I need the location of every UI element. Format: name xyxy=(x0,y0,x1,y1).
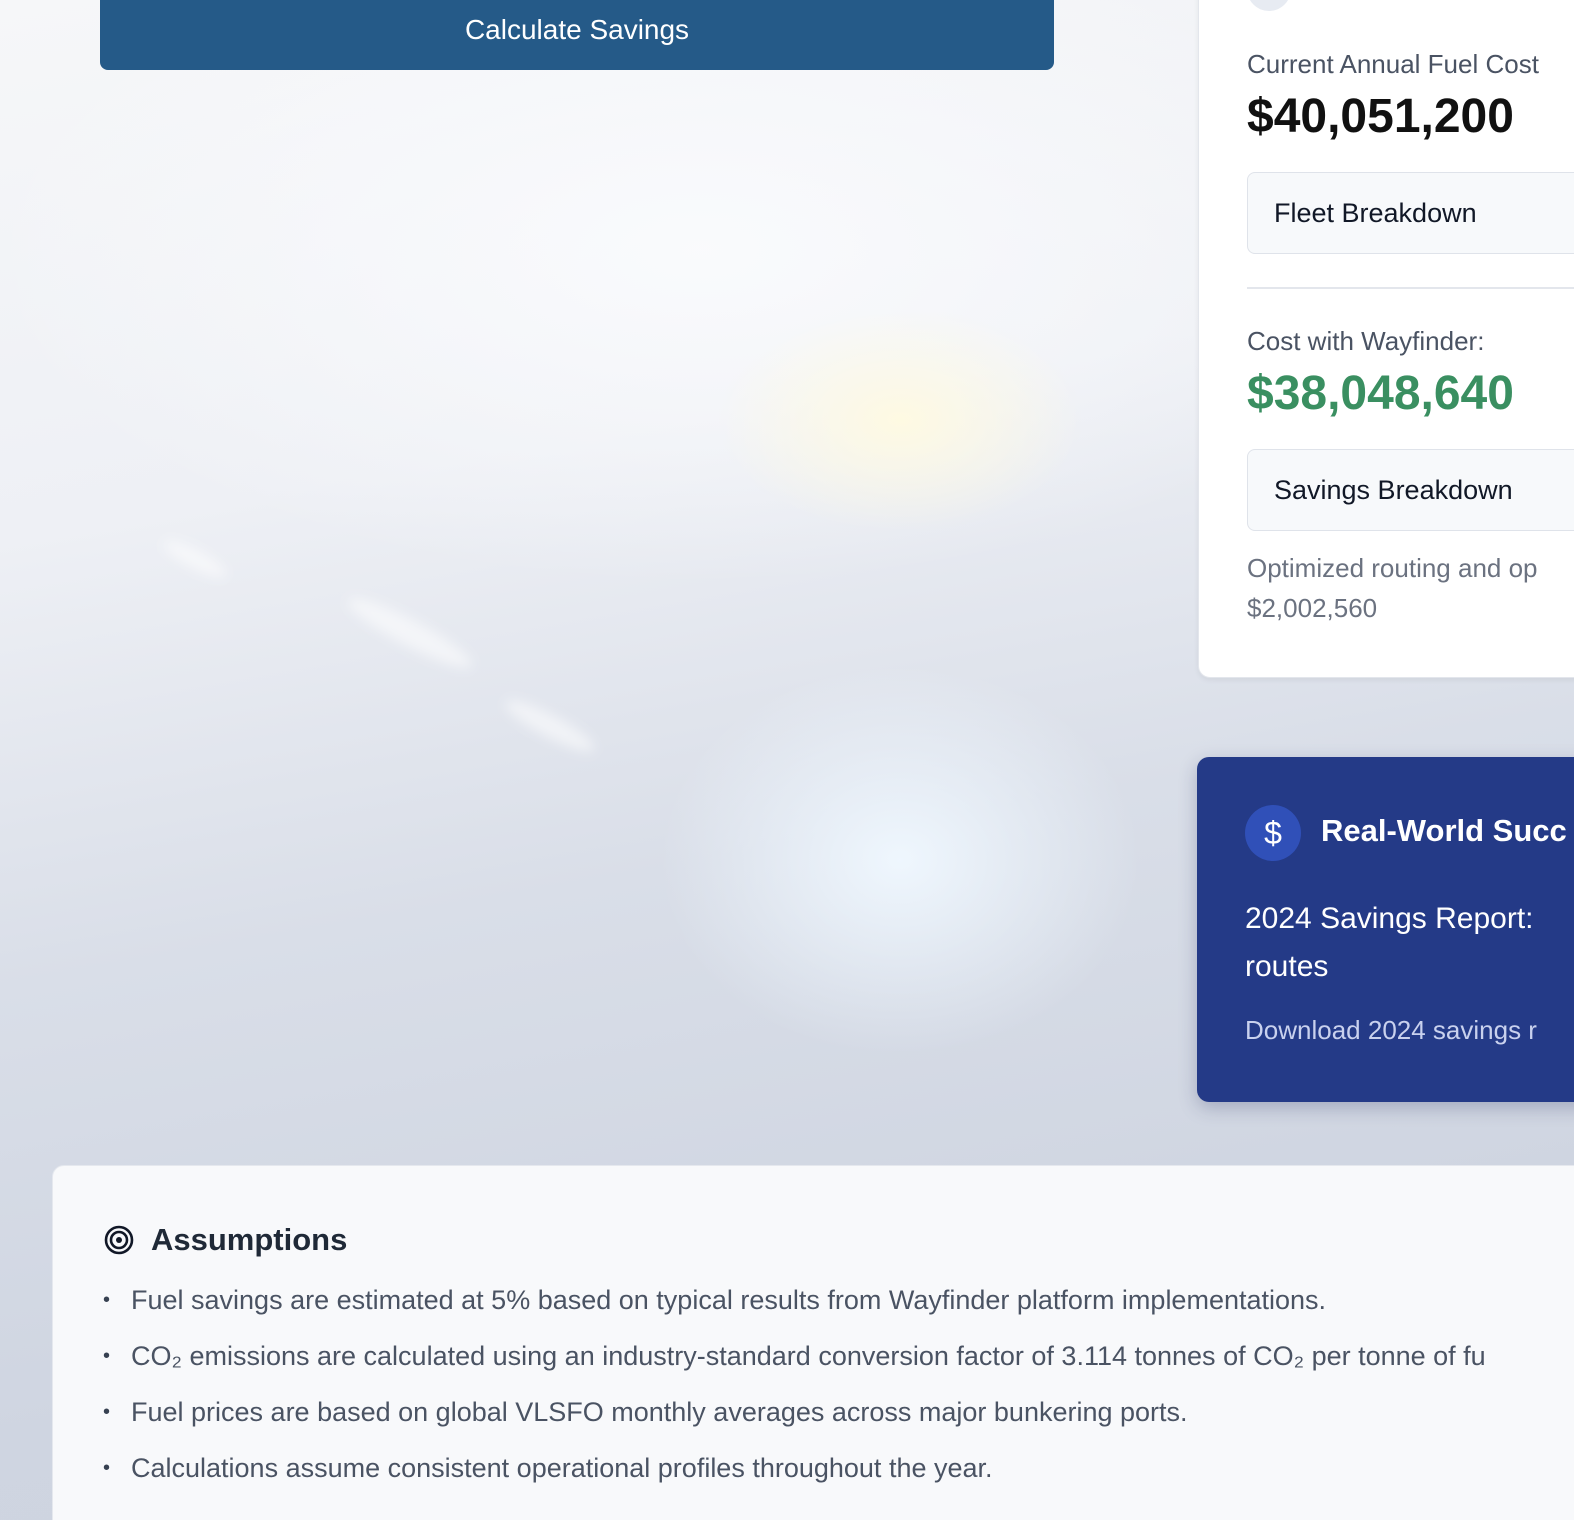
success-title: Real-World Succ xyxy=(1321,813,1567,848)
savings-note: Optimized routing and op xyxy=(1247,553,1538,583)
savings-breakdown-toggle[interactable]: Savings Breakdown xyxy=(1247,449,1574,531)
assumptions-panel: Assumptions Fuel savings are estimated a… xyxy=(52,1165,1574,1520)
divider xyxy=(1247,287,1574,289)
assumptions-list: Fuel savings are estimated at 5% based o… xyxy=(103,1276,1486,1500)
fleet-breakdown-toggle[interactable]: Fleet Breakdown xyxy=(1247,172,1574,254)
wayfinder-cost-label: Cost with Wayfinder: xyxy=(1247,326,1485,356)
assumption-item: Calculations assume consistent operation… xyxy=(103,1444,1486,1500)
fleet-breakdown-label: Fleet Breakdown xyxy=(1274,197,1477,228)
results-card: Current Annual Fuel Cost $40,051,200 Fle… xyxy=(1198,0,1574,678)
calculate-savings-button[interactable]: Calculate Savings xyxy=(100,0,1054,70)
background-light-streak xyxy=(159,534,231,584)
success-text: 2024 Savings Report: routes xyxy=(1245,895,1574,991)
background-light-streak xyxy=(500,692,600,760)
download-report-link[interactable]: Download 2024 savings r xyxy=(1245,1015,1537,1046)
wayfinder-cost-value: $38,048,640 xyxy=(1247,367,1514,420)
assumptions-title: Assumptions xyxy=(151,1222,348,1257)
current-cost-label: Current Annual Fuel Cost xyxy=(1247,49,1539,79)
assumption-item: Fuel prices are based on global VLSFO mo… xyxy=(103,1388,1486,1444)
success-text-line1: 2024 Savings Report: xyxy=(1245,902,1534,935)
dollar-icon: $ xyxy=(1245,805,1301,861)
success-text-line2: routes xyxy=(1245,950,1329,983)
assumption-item: CO₂ emissions are calculated using an in… xyxy=(103,1332,1486,1388)
savings-breakdown-label: Savings Breakdown xyxy=(1274,474,1513,505)
target-icon xyxy=(104,1225,134,1255)
results-icon xyxy=(1247,0,1291,11)
background-light-streak xyxy=(342,588,478,678)
success-story-card: $ Real-World Succ 2024 Savings Report: r… xyxy=(1197,757,1574,1102)
current-cost-value: $40,051,200 xyxy=(1247,90,1514,143)
savings-amount-note: $2,002,560 xyxy=(1247,593,1378,623)
assumption-item: Fuel savings are estimated at 5% based o… xyxy=(103,1276,1486,1332)
